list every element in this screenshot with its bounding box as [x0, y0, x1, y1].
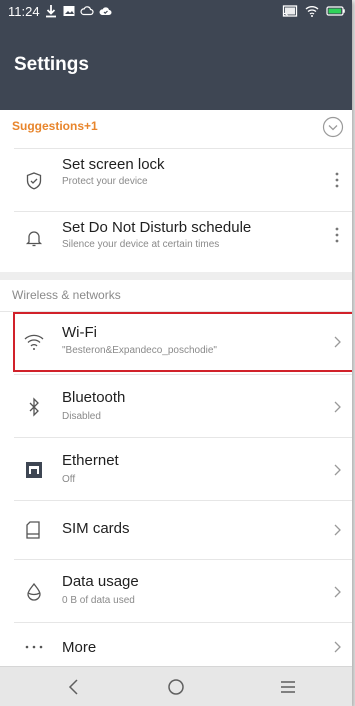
- phone-screen: 11:24 Settings Suggestions+1 Set screen …: [0, 0, 352, 706]
- suggestions-title: Suggestions+1: [12, 119, 98, 133]
- chevron-right-icon: [332, 334, 342, 350]
- battery-icon: [326, 4, 346, 23]
- download-icon: [44, 4, 58, 23]
- overflow-menu-icon[interactable]: [330, 169, 344, 191]
- status-right-icons: [282, 4, 346, 23]
- overflow-menu-icon[interactable]: [330, 224, 344, 246]
- setting-subtitle: 0 B of data used: [62, 595, 135, 606]
- setting-wifi[interactable]: Wi-Fi "Besteron&Expandeco_poschodie": [0, 312, 352, 372]
- setting-subtitle: Disabled: [62, 411, 101, 422]
- chevron-right-icon: [332, 399, 342, 415]
- app-bar: Settings: [0, 24, 352, 110]
- setting-title: Wi-Fi: [62, 324, 97, 341]
- suggestion-dnd-schedule[interactable]: Set Do Not Disturb schedule Silence your…: [0, 212, 352, 272]
- drive-icon: [98, 4, 112, 23]
- setting-subtitle: "Besteron&Expandeco_poschodie": [62, 345, 217, 356]
- cloud-icon: [80, 4, 94, 23]
- setting-sim-cards[interactable]: SIM cards: [0, 501, 352, 559]
- chevron-right-icon: [332, 584, 342, 600]
- chevron-right-icon: [332, 522, 342, 538]
- suggestion-screen-lock[interactable]: Set screen lock Protect your device: [0, 149, 352, 211]
- data-drop-icon: [22, 580, 46, 604]
- bell-icon: [22, 226, 46, 250]
- setting-data-usage[interactable]: Data usage 0 B of data used: [0, 560, 352, 622]
- suggestions-header[interactable]: Suggestions+1: [0, 110, 352, 148]
- menu-icon[interactable]: [278, 677, 298, 697]
- status-left-icons: [44, 4, 112, 23]
- suggestion-subtitle: Silence your device at certain times: [62, 239, 220, 250]
- back-icon[interactable]: [64, 677, 84, 697]
- status-time: 11:24: [8, 4, 40, 19]
- sim-card-icon: [22, 518, 46, 542]
- chevron-right-icon: [332, 639, 342, 655]
- suggestion-title: Set Do Not Disturb schedule: [62, 219, 252, 236]
- setting-more[interactable]: More: [0, 623, 352, 666]
- wifi-icon: [22, 330, 46, 354]
- chevron-right-icon: [332, 462, 342, 478]
- setting-title: More: [62, 639, 97, 656]
- status-bar: 11:24: [0, 0, 352, 24]
- setting-subtitle: Off: [62, 474, 76, 485]
- home-icon[interactable]: [166, 677, 186, 697]
- more-dots-icon: [22, 633, 46, 657]
- image-icon: [62, 4, 76, 23]
- section-gap: [0, 272, 352, 280]
- setting-bluetooth[interactable]: Bluetooth Disabled: [0, 375, 352, 437]
- ethernet-icon: [22, 458, 46, 482]
- chevron-down-icon[interactable]: [322, 116, 344, 138]
- navigation-bar: [0, 666, 352, 706]
- setting-ethernet[interactable]: Ethernet Off: [0, 438, 352, 500]
- setting-title: SIM cards: [62, 520, 130, 537]
- shield-icon: [22, 169, 46, 193]
- suggestion-title: Set screen lock: [62, 156, 165, 173]
- cast-icon: [282, 4, 298, 23]
- page-title: Settings: [14, 54, 89, 75]
- setting-title: Data usage: [62, 573, 139, 590]
- setting-title: Ethernet: [62, 452, 119, 469]
- setting-title: Bluetooth: [62, 389, 126, 406]
- suggestion-subtitle: Protect your device: [62, 176, 148, 187]
- bluetooth-icon: [22, 395, 46, 419]
- section-header: Wireless & networks: [12, 288, 121, 302]
- wifi-signal-icon: [304, 4, 320, 23]
